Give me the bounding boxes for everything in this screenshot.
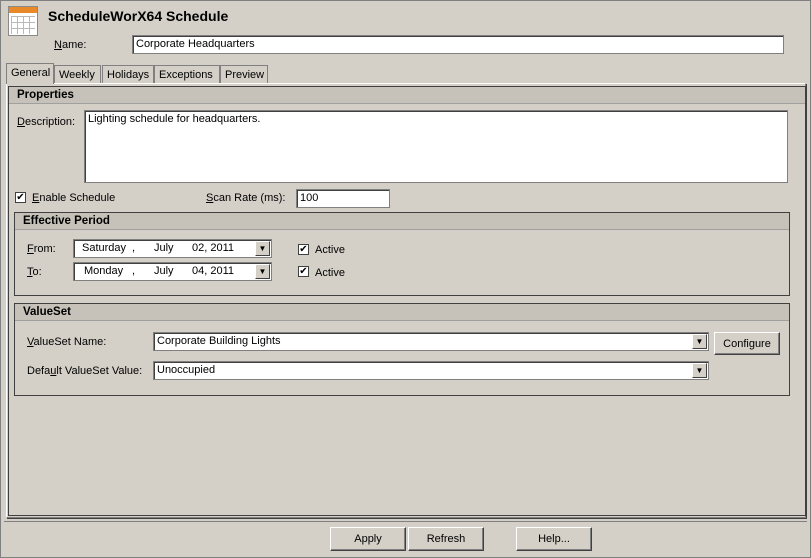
configure-button[interactable]: Configure [714, 332, 780, 355]
from-weekday: Saturday [82, 242, 127, 254]
from-date-picker[interactable]: Saturday , July 02, 2011 ▼ [73, 239, 272, 258]
enable-schedule-label: Enable Schedule [32, 192, 116, 204]
name-label: Name: [54, 39, 87, 51]
to-day-year: 04, 2011 [192, 265, 235, 277]
tab-holidays[interactable]: Holidays [102, 65, 154, 84]
tab-exceptions[interactable]: Exceptions [154, 65, 220, 84]
valueset-name-label: ValueSet Name: [27, 336, 107, 348]
from-sep: , [132, 242, 136, 254]
valueset-heading: ValueSet [15, 304, 789, 321]
from-label: From: [27, 243, 56, 255]
scan-rate-input[interactable]: 100 [296, 189, 390, 208]
from-day-year: 02, 2011 [192, 242, 235, 254]
refresh-button[interactable]: Refresh [408, 527, 484, 551]
default-valueset-value: Unoccupied [157, 364, 216, 376]
window-title: ScheduleWorX64 Schedule [48, 8, 229, 24]
apply-button[interactable]: Apply [330, 527, 406, 551]
to-sep: , [132, 265, 136, 277]
to-date-picker[interactable]: Monday , July 04, 2011 ▼ [73, 262, 272, 281]
help-button[interactable]: Help... [516, 527, 592, 551]
from-month: July [154, 242, 174, 254]
default-valueset-label: Default ValueSet Value: [27, 365, 143, 377]
dropdown-arrow-icon[interactable]: ▼ [692, 363, 707, 378]
from-active-label: Active [315, 244, 345, 256]
description-textarea[interactable]: Lighting schedule for headquarters. [84, 110, 788, 183]
dropdown-arrow-icon[interactable]: ▼ [692, 334, 707, 349]
enable-schedule-checkbox[interactable]: ✔ [15, 192, 26, 203]
valueset-name-select[interactable]: Corporate Building Lights ▼ [153, 332, 709, 351]
effective-period-heading: Effective Period [15, 213, 789, 230]
to-weekday: Monday [84, 265, 124, 277]
to-month: July [154, 265, 174, 277]
dropdown-arrow-icon[interactable]: ▼ [255, 241, 270, 256]
tab-preview[interactable]: Preview [220, 65, 268, 84]
to-active-label: Active [315, 267, 345, 279]
default-valueset-select[interactable]: Unoccupied ▼ [153, 361, 709, 380]
valueset-name-value: Corporate Building Lights [157, 335, 281, 347]
name-input[interactable]: Corporate Headquarters [132, 35, 784, 54]
tab-weekly[interactable]: Weekly [54, 65, 101, 84]
calendar-icon [8, 6, 38, 36]
to-active-checkbox[interactable]: ✔ [298, 266, 309, 277]
scan-rate-label: Scan Rate (ms): [206, 192, 286, 204]
to-label: To: [27, 266, 42, 278]
description-label: Description: [17, 116, 76, 128]
properties-heading: Properties [9, 87, 805, 104]
dropdown-arrow-icon[interactable]: ▼ [255, 264, 270, 279]
tab-general[interactable]: General [6, 63, 54, 84]
from-active-checkbox[interactable]: ✔ [298, 244, 309, 255]
